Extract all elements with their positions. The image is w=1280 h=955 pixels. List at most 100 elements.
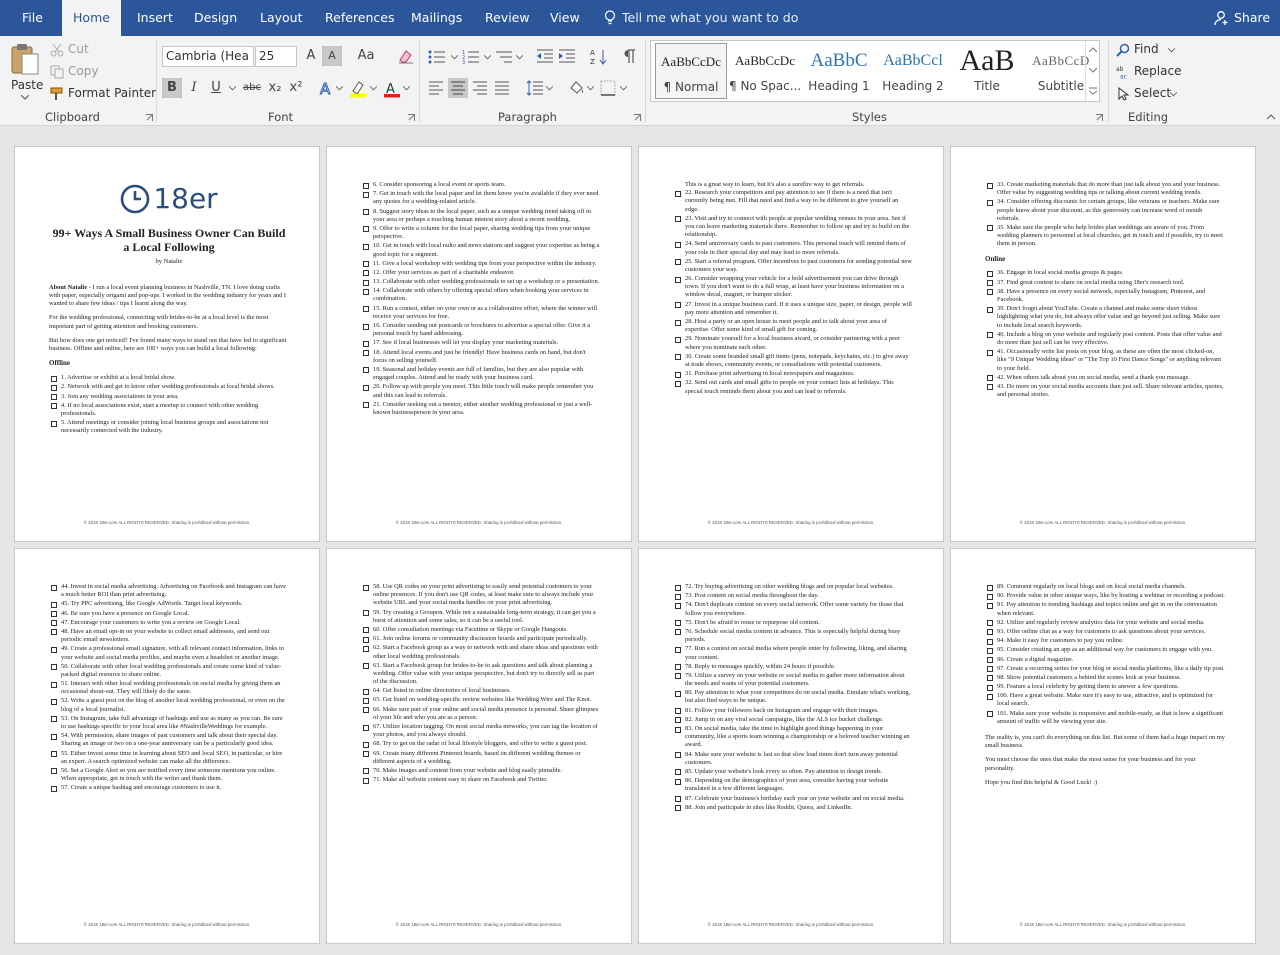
- document-page-1[interactable]: 18er 99+ Ways A Small Business Owner Can…: [14, 146, 320, 542]
- tab-file[interactable]: File: [22, 0, 43, 36]
- tab-review[interactable]: Review: [485, 0, 530, 36]
- clipboard-group-label: Clipboard: [45, 110, 100, 124]
- chevron-down-icon[interactable]: [546, 86, 553, 91]
- chevron-down-icon[interactable]: [451, 55, 458, 60]
- cursor-arrow-icon: [1118, 87, 1130, 101]
- chevron-down-icon[interactable]: [1089, 68, 1097, 73]
- underline-button[interactable]: U: [206, 78, 226, 98]
- svg-text:ac: ac: [1120, 74, 1127, 80]
- superscript-button[interactable]: x²: [286, 78, 306, 98]
- find-button[interactable]: Find: [1116, 40, 1186, 60]
- tell-me-search[interactable]: Tell me what you want to do: [622, 0, 798, 36]
- change-case-button[interactable]: Aa: [352, 46, 380, 66]
- highlighter-icon[interactable]: [349, 80, 367, 98]
- copy-button[interactable]: Copy: [50, 62, 140, 82]
- collapse-ribbon-icon[interactable]: [1266, 114, 1276, 120]
- chevron-down-icon[interactable]: [484, 55, 491, 60]
- checklist-item: 94. Make it easy for customers to pay yo…: [985, 637, 1225, 645]
- checklist-item: 36. Engage in local social media groups …: [985, 269, 1225, 278]
- checklist-item: 23. Visit and try to connect with people…: [673, 215, 913, 240]
- chevron-down-icon[interactable]: [336, 86, 343, 91]
- clear-formatting-icon[interactable]: [397, 48, 415, 64]
- increase-indent-icon[interactable]: [558, 48, 576, 64]
- checklist-item: 91. Pay attention to trending hashtags a…: [985, 601, 1225, 617]
- tab-mailings[interactable]: Mailings: [411, 0, 462, 36]
- italic-button[interactable]: I: [184, 78, 204, 98]
- copy-label: Copy: [68, 64, 99, 78]
- checklist-item: 51. Interact with other local wedding pr…: [49, 680, 289, 696]
- style-normal[interactable]: AaBbCcDc ¶ Normal: [655, 43, 727, 99]
- replace-button[interactable]: ab ac Replace: [1116, 62, 1186, 82]
- style-no-spacing[interactable]: AaBbCcDc ¶ No Spac...: [729, 43, 801, 99]
- shading-icon[interactable]: [567, 79, 585, 97]
- chevron-up-icon[interactable]: [1089, 47, 1097, 52]
- show-formatting-marks-icon[interactable]: [622, 48, 636, 64]
- tab-references[interactable]: References: [325, 0, 394, 36]
- strikethrough-button[interactable]: abc: [240, 78, 264, 98]
- align-left-icon[interactable]: [428, 81, 444, 95]
- dialog-launcher-icon[interactable]: [1096, 114, 1103, 121]
- chevron-down-icon[interactable]: [370, 86, 377, 91]
- format-painter-button[interactable]: Format Painter: [50, 84, 156, 104]
- checklist-item: 43. Do more on your social media account…: [985, 383, 1225, 399]
- document-page-2[interactable]: 6. Consider sponsoring a local event or …: [326, 146, 632, 542]
- align-center-button[interactable]: [448, 78, 468, 98]
- checklist-item: 80. Pay attention to what your competito…: [673, 689, 913, 705]
- grow-font-button[interactable]: A: [301, 46, 321, 66]
- chevron-down-icon[interactable]: [403, 86, 410, 91]
- multilevel-list-icon[interactable]: [495, 49, 513, 65]
- cut-button[interactable]: Cut: [50, 40, 140, 60]
- line-spacing-icon[interactable]: [526, 80, 544, 96]
- document-page-4[interactable]: 33. Create marketing materials that do m…: [950, 146, 1256, 542]
- document-page-8[interactable]: 89. Comment regularly on local blogs and…: [950, 548, 1256, 944]
- chevron-down-icon[interactable]: [620, 86, 627, 91]
- gallery-more-icon[interactable]: [1089, 87, 1097, 95]
- about-lead: About Natalie: [49, 283, 88, 291]
- tab-layout[interactable]: Layout: [260, 0, 303, 36]
- style-heading-1[interactable]: AaBbC Heading 1: [803, 43, 875, 99]
- share-button[interactable]: Share: [1206, 4, 1276, 32]
- bold-button[interactable]: B: [162, 78, 182, 98]
- align-right-icon[interactable]: [472, 81, 488, 95]
- subscript-button[interactable]: x₂: [265, 78, 285, 98]
- checklist-item: 78. Reply to messages quickly, within 24…: [673, 663, 913, 671]
- paste-button[interactable]: Paste: [6, 40, 44, 104]
- bullets-icon[interactable]: [428, 49, 446, 65]
- document-page-6[interactable]: 58. Use QR codes on your print advertisi…: [326, 548, 632, 944]
- checklist-item: 56. Set a Google Alert so you are notifi…: [49, 767, 289, 783]
- checklist: 58. Use QR codes on your print advertisi…: [361, 583, 601, 784]
- tab-home[interactable]: Home: [62, 0, 121, 37]
- shrink-font-button[interactable]: A: [322, 46, 342, 66]
- dialog-launcher-icon[interactable]: [146, 114, 153, 121]
- style-heading-2[interactable]: AaBbCcl Heading 2: [877, 43, 949, 99]
- select-button[interactable]: Select: [1116, 84, 1186, 104]
- document-page-5[interactable]: 44. Invest in social media advertising. …: [14, 548, 320, 944]
- numbering-icon[interactable]: 123: [462, 49, 480, 65]
- document-page-3[interactable]: This is a great way to learn, but it's a…: [638, 146, 944, 542]
- chevron-down-icon[interactable]: [229, 86, 236, 91]
- chevron-down-icon[interactable]: [516, 55, 523, 60]
- tab-design[interactable]: Design: [194, 0, 237, 36]
- justify-icon[interactable]: [494, 81, 510, 95]
- checklist-item: 54. With permission, share images of pas…: [49, 732, 289, 748]
- dialog-launcher-icon[interactable]: [634, 114, 641, 121]
- tab-insert[interactable]: Insert: [137, 0, 173, 36]
- text-effects-icon[interactable]: A: [318, 80, 334, 96]
- style-name: Heading 1: [808, 79, 870, 93]
- sort-icon[interactable]: AZ: [590, 48, 608, 66]
- style-title[interactable]: AaB Title: [951, 43, 1023, 99]
- document-page-7[interactable]: 72. Try buying advertising on other wedd…: [638, 548, 944, 944]
- chevron-down-icon[interactable]: [587, 86, 594, 91]
- find-icon: [1116, 43, 1130, 57]
- font-size-combo[interactable]: 25: [255, 46, 297, 67]
- checklist-item: 98. Show potential customers a behind th…: [985, 674, 1225, 682]
- select-label: Select: [1134, 86, 1172, 100]
- decrease-indent-icon[interactable]: [536, 48, 554, 64]
- dialog-launcher-icon[interactable]: [408, 114, 415, 121]
- borders-icon[interactable]: [600, 80, 616, 96]
- checklist-item: 31. Purchase print advertising in local …: [673, 370, 913, 378]
- font-color-icon[interactable]: A: [383, 80, 401, 98]
- font-name-combo[interactable]: Cambria (Hea: [162, 46, 254, 67]
- tab-view[interactable]: View: [550, 0, 580, 36]
- checklist-item: 55. Either invest some time in learning …: [49, 750, 289, 766]
